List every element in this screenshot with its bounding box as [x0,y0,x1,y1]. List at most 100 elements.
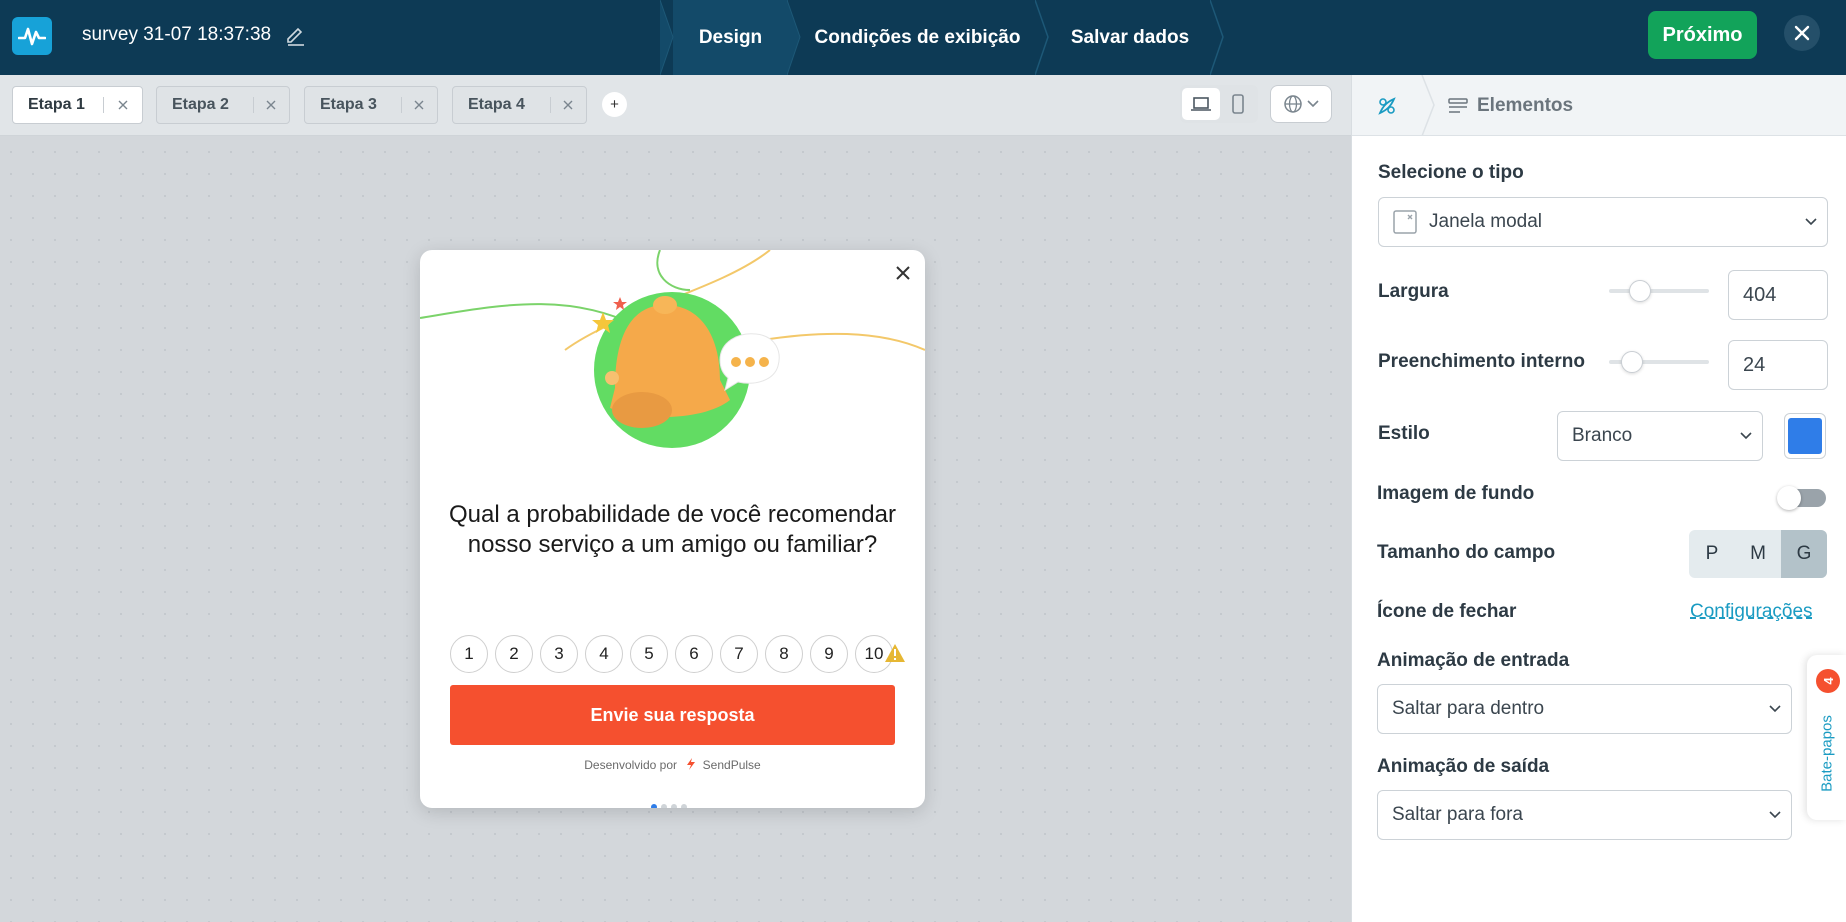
steps-tab-bar: Etapa 1 Etapa 2 Etapa 3 Etapa 4 + [0,75,1351,136]
elements-label: Elementos [1477,94,1574,116]
size-large-button[interactable]: G [1781,530,1827,578]
step-save-data[interactable]: Salvar dados [1060,0,1200,75]
rating-option[interactable]: 1 [450,635,488,673]
next-button[interactable]: Próximo [1648,11,1757,59]
modal-window-icon [1393,210,1417,234]
width-label: Largura [1378,281,1449,302]
chevron-down-icon [1769,811,1781,819]
rating-option[interactable]: 8 [765,635,803,673]
step-separator [1035,0,1049,75]
edit-pencil-icon[interactable] [284,24,306,46]
chat-widget[interactable]: 4 Bate-papos [1807,655,1846,820]
toggle-knob [1777,486,1801,510]
step-separator [787,0,801,75]
divider [253,97,254,113]
tab-etapa-1[interactable]: Etapa 1 [12,86,143,124]
elements-tab[interactable]: Elementos [1448,75,1573,136]
tab-label: Etapa 1 [28,96,85,113]
padding-slider[interactable] [1609,351,1709,373]
padding-input[interactable]: 24 [1728,340,1828,390]
powered-by: Desenvolvido por SendPulse [420,758,925,772]
powered-by-text: Desenvolvido por [584,758,677,772]
rating-option[interactable]: 2 [495,635,533,673]
mobile-view-button[interactable] [1219,88,1257,120]
dot [661,804,667,808]
style-select-value: Branco [1572,425,1633,446]
chat-unread-badge: 4 [1816,669,1840,693]
rating-scale: 1 2 3 4 5 6 7 8 9 10 [450,635,895,675]
add-step-button[interactable]: + [602,92,627,117]
exit-animation-select[interactable]: Saltar para fora [1377,790,1792,840]
background-image-label: Imagem de fundo [1377,483,1535,504]
entry-animation-value: Saltar para dentro [1392,698,1545,719]
survey-question: Qual a probabilidade de você recomendar … [449,501,896,558]
language-selector[interactable] [1270,85,1332,123]
divider [401,97,402,113]
step-save-data-label: Salvar dados [1070,26,1190,48]
close-icon-settings-link[interactable]: Configurações [1690,601,1813,623]
top-bar: survey 31-07 18:37:38 Design Condições d… [0,0,1846,75]
width-slider-thumb[interactable] [1628,280,1651,302]
rating-option[interactable]: 6 [675,635,713,673]
width-slider[interactable] [1609,280,1709,302]
survey-modal-preview[interactable]: Qual a probabilidade de você recomendar … [420,250,925,808]
width-input[interactable]: 404 [1728,270,1828,320]
tab-etapa-4[interactable]: Etapa 4 [452,86,587,124]
dot [681,804,687,808]
rating-option[interactable]: 7 [720,635,758,673]
bell-illustration [420,250,925,448]
globe-icon [1284,95,1302,113]
style-select[interactable]: Branco [1557,411,1763,461]
carousel-dots [651,804,687,808]
rating-option[interactable]: 5 [630,635,668,673]
chat-label: Bate-papos [1818,715,1836,792]
field-size-label: Tamanho do campo [1377,542,1556,563]
device-switcher [1180,85,1258,123]
tab-label: Etapa 2 [172,96,229,113]
panel-header: Elementos [1352,75,1846,136]
size-small-button[interactable]: P [1689,530,1735,578]
close-icon-label: Ícone de fechar [1377,601,1517,622]
tab-etapa-3[interactable]: Etapa 3 [304,86,438,124]
design-tab[interactable] [1352,75,1422,136]
style-color-picker[interactable] [1784,413,1826,459]
rating-option[interactable]: 3 [540,635,578,673]
rating-option[interactable]: 9 [810,635,848,673]
step-separator [660,0,674,75]
paint-icon [1378,96,1396,115]
step-design[interactable]: Design [673,0,788,75]
tab-label: Etapa 4 [468,96,525,113]
submit-response-button[interactable]: Envie sua resposta [450,685,895,745]
padding-label: Preenchimento interno [1378,351,1585,372]
type-select[interactable]: Janela modal [1378,197,1828,247]
list-icon [1448,97,1468,113]
field-size-group: P M G [1689,530,1827,578]
step-display-conditions-label: Condições de exibição [814,26,1021,48]
app-logo[interactable] [12,17,52,55]
exit-animation-value: Saltar para fora [1392,804,1523,825]
padding-slider-thumb[interactable] [1620,351,1643,373]
mobile-icon [1232,94,1244,114]
close-icon[interactable] [894,264,912,282]
entry-animation-select[interactable]: Saltar para dentro [1377,684,1792,734]
size-medium-button[interactable]: M [1735,530,1781,578]
close-icon[interactable] [117,99,129,111]
close-editor-button[interactable] [1784,15,1820,51]
close-icon[interactable] [265,99,277,111]
close-icon[interactable] [413,99,425,111]
close-icon[interactable] [562,99,574,111]
pulse-icon [18,27,46,46]
step-design-label: Design [698,26,763,48]
style-label: Estilo [1378,423,1430,444]
dot [651,804,657,808]
rating-option[interactable]: 4 [585,635,623,673]
chevron-down-icon [1769,705,1781,713]
tab-etapa-2[interactable]: Etapa 2 [156,86,290,124]
warning-icon [885,644,905,662]
tab-label: Etapa 3 [320,96,377,113]
background-image-toggle[interactable] [1777,486,1826,510]
desktop-view-button[interactable] [1182,88,1220,120]
divider [103,97,104,113]
chevron-down-icon [1307,100,1319,108]
step-display-conditions[interactable]: Condições de exibição [805,0,1030,75]
